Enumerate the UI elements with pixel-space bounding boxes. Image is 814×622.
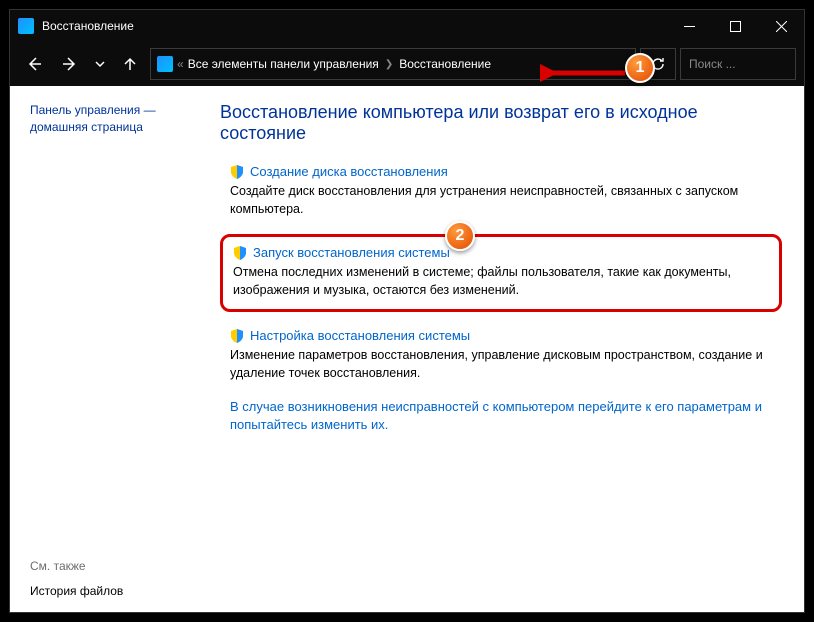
shield-icon	[230, 329, 244, 343]
up-button[interactable]	[114, 48, 146, 80]
back-button[interactable]	[18, 48, 50, 80]
desc-create-recovery-drive: Создайте диск восстановления для устране…	[230, 183, 772, 218]
close-button[interactable]	[758, 10, 804, 42]
breadcrumb-recovery[interactable]: Восстановление	[399, 57, 491, 71]
chevron-right-icon: ❯	[385, 59, 393, 70]
desc-configure-restore: Изменение параметров восстановления, упр…	[230, 347, 772, 382]
forward-button[interactable]	[54, 48, 86, 80]
sidebar-home-link[interactable]: Панель управления — домашняя страница	[30, 102, 198, 136]
sidebar: Панель управления — домашняя страница См…	[10, 86, 210, 612]
item-create-recovery-drive: Создание диска восстановления Создайте д…	[220, 164, 782, 218]
callout-2: 2	[445, 221, 475, 251]
titlebar: Восстановление	[10, 10, 804, 42]
link-system-restore[interactable]: Запуск восстановления системы	[253, 245, 450, 260]
shield-icon	[230, 165, 244, 179]
window-title: Восстановление	[42, 19, 666, 33]
link-configure-restore[interactable]: Настройка восстановления системы	[250, 328, 470, 343]
item-system-restore: 2 Запуск восстановления системы Отмена п…	[220, 234, 782, 312]
maximize-button[interactable]	[712, 10, 758, 42]
minimize-button[interactable]	[666, 10, 712, 42]
annotation-arrow	[540, 62, 630, 84]
navbar: « Все элементы панели управления ❯ Восст…	[10, 42, 804, 86]
recent-dropdown[interactable]	[90, 48, 110, 80]
shield-icon	[233, 246, 247, 260]
breadcrumb-all-items[interactable]: Все элементы панели управления	[188, 57, 379, 71]
page-title: Восстановление компьютера или возврат ег…	[220, 102, 782, 144]
item-configure-restore: Настройка восстановления системы Изменен…	[220, 328, 782, 382]
desc-system-restore: Отмена последних изменений в системе; фа…	[233, 264, 769, 299]
link-troubleshoot-settings[interactable]: В случае возникновения неисправностей с …	[220, 398, 782, 434]
search-placeholder: Поиск ...	[689, 57, 736, 71]
control-panel-window: Восстановление « Все элементы панели упр…	[9, 9, 805, 613]
app-icon	[18, 18, 34, 34]
see-also-heading: См. также	[30, 559, 198, 573]
content-area: Панель управления — домашняя страница См…	[10, 86, 804, 612]
sidebar-file-history-link[interactable]: История файлов	[30, 584, 123, 598]
breadcrumb-prefix: «	[177, 57, 184, 71]
callout-1: 1	[625, 53, 655, 83]
search-input[interactable]: Поиск ...	[680, 48, 796, 80]
main-panel: Восстановление компьютера или возврат ег…	[210, 86, 804, 612]
address-icon	[157, 56, 173, 72]
link-create-recovery-drive[interactable]: Создание диска восстановления	[250, 164, 448, 179]
